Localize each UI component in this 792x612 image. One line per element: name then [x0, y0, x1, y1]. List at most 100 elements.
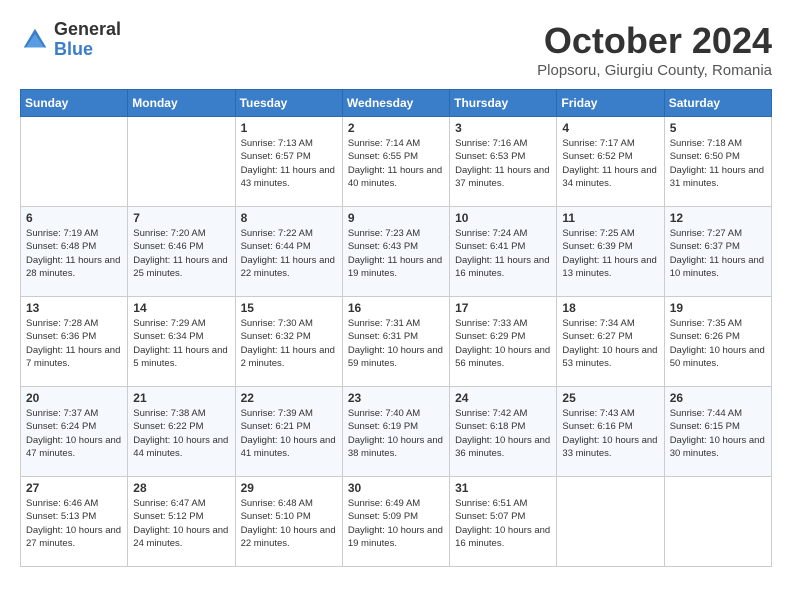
calendar-cell: 29 Sunrise: 6:48 AM Sunset: 5:10 PM Dayli…	[235, 477, 342, 567]
day-number: 5	[670, 121, 766, 135]
day-info: Sunrise: 7:22 AM Sunset: 6:44 PM Dayligh…	[241, 227, 337, 280]
calendar-cell: 31 Sunrise: 6:51 AM Sunset: 5:07 PM Dayli…	[450, 477, 557, 567]
day-number: 26	[670, 391, 766, 405]
day-number: 1	[241, 121, 337, 135]
day-number: 3	[455, 121, 551, 135]
day-number: 6	[26, 211, 122, 225]
day-number: 20	[26, 391, 122, 405]
day-info: Sunrise: 7:42 AM Sunset: 6:18 PM Dayligh…	[455, 407, 551, 460]
header-day-friday: Friday	[557, 90, 664, 117]
day-info: Sunrise: 7:43 AM Sunset: 6:16 PM Dayligh…	[562, 407, 658, 460]
day-number: 31	[455, 481, 551, 495]
day-info: Sunrise: 6:51 AM Sunset: 5:07 PM Dayligh…	[455, 497, 551, 550]
calendar-cell: 24 Sunrise: 7:42 AM Sunset: 6:18 PM Dayli…	[450, 387, 557, 477]
day-number: 30	[348, 481, 444, 495]
calendar-cell: 26 Sunrise: 7:44 AM Sunset: 6:15 PM Dayli…	[664, 387, 771, 477]
day-info: Sunrise: 7:38 AM Sunset: 6:22 PM Dayligh…	[133, 407, 229, 460]
day-info: Sunrise: 7:20 AM Sunset: 6:46 PM Dayligh…	[133, 227, 229, 280]
logo-icon	[20, 25, 50, 55]
day-info: Sunrise: 7:30 AM Sunset: 6:32 PM Dayligh…	[241, 317, 337, 370]
day-info: Sunrise: 7:39 AM Sunset: 6:21 PM Dayligh…	[241, 407, 337, 460]
day-number: 29	[241, 481, 337, 495]
week-row-5: 27 Sunrise: 6:46 AM Sunset: 5:13 PM Dayli…	[21, 477, 772, 567]
day-info: Sunrise: 7:27 AM Sunset: 6:37 PM Dayligh…	[670, 227, 766, 280]
calendar-table: SundayMondayTuesdayWednesdayThursdayFrid…	[20, 89, 772, 567]
day-info: Sunrise: 6:48 AM Sunset: 5:10 PM Dayligh…	[241, 497, 337, 550]
day-info: Sunrise: 7:16 AM Sunset: 6:53 PM Dayligh…	[455, 137, 551, 190]
calendar-cell: 12Sunrise: 7:27 AM Sunset: 6:37 PM Dayli…	[664, 207, 771, 297]
calendar-header: SundayMondayTuesdayWednesdayThursdayFrid…	[21, 90, 772, 117]
day-number: 14	[133, 301, 229, 315]
day-number: 9	[348, 211, 444, 225]
day-number: 21	[133, 391, 229, 405]
location-subtitle: Plopsoru, Giurgiu County, Romania	[537, 62, 772, 79]
calendar-cell: 25Sunrise: 7:43 AM Sunset: 6:16 PM Dayli…	[557, 387, 664, 477]
calendar-cell: 3 Sunrise: 7:16 AM Sunset: 6:53 PM Daylig…	[450, 117, 557, 207]
day-number: 7	[133, 211, 229, 225]
day-number: 23	[348, 391, 444, 405]
day-number: 27	[26, 481, 122, 495]
calendar-cell	[557, 477, 664, 567]
day-number: 2	[348, 121, 444, 135]
day-info: Sunrise: 7:37 AM Sunset: 6:24 PM Dayligh…	[26, 407, 122, 460]
day-info: Sunrise: 7:33 AM Sunset: 6:29 PM Dayligh…	[455, 317, 551, 370]
calendar-cell: 10 Sunrise: 7:24 AM Sunset: 6:41 PM Dayli…	[450, 207, 557, 297]
calendar-cell: 6 Sunrise: 7:19 AM Sunset: 6:48 PM Daylig…	[21, 207, 128, 297]
day-number: 16	[348, 301, 444, 315]
header-day-tuesday: Tuesday	[235, 90, 342, 117]
day-number: 11	[562, 211, 658, 225]
day-info: Sunrise: 7:29 AM Sunset: 6:34 PM Dayligh…	[133, 317, 229, 370]
calendar-cell: 22 Sunrise: 7:39 AM Sunset: 6:21 PM Dayli…	[235, 387, 342, 477]
header-day-saturday: Saturday	[664, 90, 771, 117]
calendar-cell: 2Sunrise: 7:14 AM Sunset: 6:55 PM Daylig…	[342, 117, 449, 207]
day-info: Sunrise: 7:35 AM Sunset: 6:26 PM Dayligh…	[670, 317, 766, 370]
calendar-cell: 1 Sunrise: 7:13 AM Sunset: 6:57 PM Daylig…	[235, 117, 342, 207]
calendar-cell: 14 Sunrise: 7:29 AM Sunset: 6:34 PM Dayli…	[128, 297, 235, 387]
week-row-3: 13Sunrise: 7:28 AM Sunset: 6:36 PM Dayli…	[21, 297, 772, 387]
calendar-cell	[128, 117, 235, 207]
header-day-thursday: Thursday	[450, 90, 557, 117]
day-info: Sunrise: 7:19 AM Sunset: 6:48 PM Dayligh…	[26, 227, 122, 280]
day-info: Sunrise: 7:25 AM Sunset: 6:39 PM Dayligh…	[562, 227, 658, 280]
day-number: 13	[26, 301, 122, 315]
day-number: 10	[455, 211, 551, 225]
day-info: Sunrise: 7:31 AM Sunset: 6:31 PM Dayligh…	[348, 317, 444, 370]
day-number: 17	[455, 301, 551, 315]
logo-text: General Blue	[54, 20, 121, 60]
calendar-cell: 16 Sunrise: 7:31 AM Sunset: 6:31 PM Dayli…	[342, 297, 449, 387]
day-info: Sunrise: 7:40 AM Sunset: 6:19 PM Dayligh…	[348, 407, 444, 460]
day-number: 22	[241, 391, 337, 405]
logo: General Blue	[20, 20, 121, 60]
calendar-body: 1 Sunrise: 7:13 AM Sunset: 6:57 PM Daylig…	[21, 117, 772, 567]
calendar-cell: 30Sunrise: 6:49 AM Sunset: 5:09 PM Dayli…	[342, 477, 449, 567]
header-row: SundayMondayTuesdayWednesdayThursdayFrid…	[21, 90, 772, 117]
day-number: 18	[562, 301, 658, 315]
day-info: Sunrise: 7:17 AM Sunset: 6:52 PM Dayligh…	[562, 137, 658, 190]
month-title: October 2024	[537, 20, 772, 62]
calendar-cell: 28Sunrise: 6:47 AM Sunset: 5:12 PM Dayli…	[128, 477, 235, 567]
day-info: Sunrise: 7:44 AM Sunset: 6:15 PM Dayligh…	[670, 407, 766, 460]
calendar-cell: 7 Sunrise: 7:20 AM Sunset: 6:46 PM Daylig…	[128, 207, 235, 297]
logo-blue: Blue	[54, 40, 121, 60]
day-number: 15	[241, 301, 337, 315]
day-info: Sunrise: 6:47 AM Sunset: 5:12 PM Dayligh…	[133, 497, 229, 550]
day-info: Sunrise: 6:46 AM Sunset: 5:13 PM Dayligh…	[26, 497, 122, 550]
header-day-sunday: Sunday	[21, 90, 128, 117]
title-block: October 2024 Plopsoru, Giurgiu County, R…	[537, 20, 772, 79]
week-row-2: 6 Sunrise: 7:19 AM Sunset: 6:48 PM Daylig…	[21, 207, 772, 297]
calendar-cell	[21, 117, 128, 207]
day-info: Sunrise: 7:18 AM Sunset: 6:50 PM Dayligh…	[670, 137, 766, 190]
calendar-cell: 11 Sunrise: 7:25 AM Sunset: 6:39 PM Dayli…	[557, 207, 664, 297]
day-number: 4	[562, 121, 658, 135]
calendar-cell: 8Sunrise: 7:22 AM Sunset: 6:44 PM Daylig…	[235, 207, 342, 297]
calendar-cell: 27 Sunrise: 6:46 AM Sunset: 5:13 PM Dayli…	[21, 477, 128, 567]
day-info: Sunrise: 7:13 AM Sunset: 6:57 PM Dayligh…	[241, 137, 337, 190]
header-day-monday: Monday	[128, 90, 235, 117]
day-number: 24	[455, 391, 551, 405]
calendar-cell: 20 Sunrise: 7:37 AM Sunset: 6:24 PM Dayli…	[21, 387, 128, 477]
calendar-cell: 17 Sunrise: 7:33 AM Sunset: 6:29 PM Dayli…	[450, 297, 557, 387]
calendar-cell: 5 Sunrise: 7:18 AM Sunset: 6:50 PM Daylig…	[664, 117, 771, 207]
calendar-cell: 9Sunrise: 7:23 AM Sunset: 6:43 PM Daylig…	[342, 207, 449, 297]
calendar-cell: 23 Sunrise: 7:40 AM Sunset: 6:19 PM Dayli…	[342, 387, 449, 477]
day-info: Sunrise: 7:24 AM Sunset: 6:41 PM Dayligh…	[455, 227, 551, 280]
